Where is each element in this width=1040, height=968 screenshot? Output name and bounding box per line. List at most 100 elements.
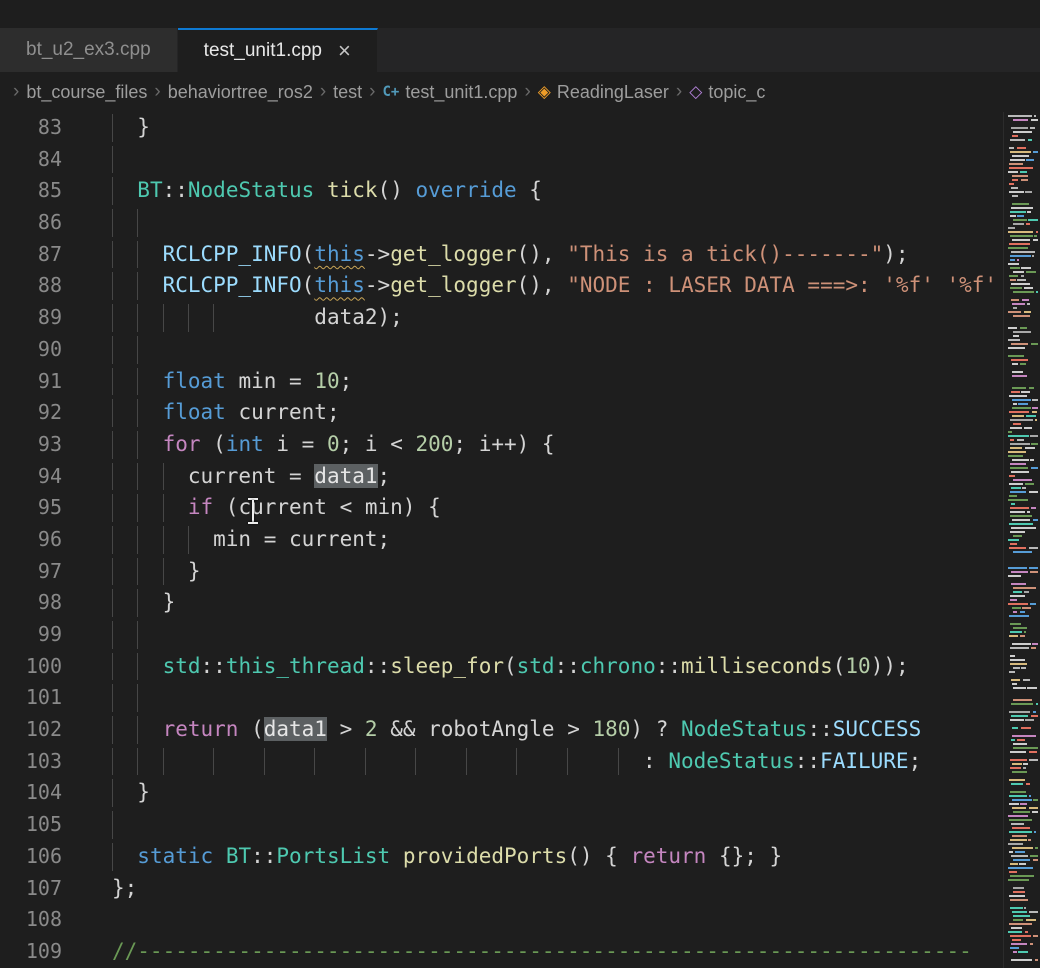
code-line-85[interactable]: 85 BT::NodeStatus tick() override {	[0, 175, 1040, 207]
code-line-109[interactable]: 109//-----------------------------------…	[0, 936, 1040, 968]
code-line-96[interactable]: 96 min = current;	[0, 524, 1040, 556]
line-number[interactable]: 92	[0, 397, 62, 429]
line-number[interactable]: 95	[0, 492, 62, 524]
code-line-106[interactable]: 106 static BT::PortsList providedPorts()…	[0, 841, 1040, 873]
minimap-row	[1008, 151, 1038, 153]
line-number[interactable]: 93	[0, 429, 62, 461]
minimap-row	[1008, 803, 1038, 805]
line-number[interactable]: 96	[0, 524, 62, 556]
minimap-row	[1008, 607, 1038, 609]
minimap-row	[1008, 655, 1038, 657]
close-icon[interactable]: ×	[338, 40, 351, 62]
minimap-row	[1008, 779, 1038, 781]
line-number[interactable]: 106	[0, 841, 62, 873]
minimap-row	[1008, 591, 1038, 593]
minimap-row	[1008, 587, 1038, 589]
breadcrumb-item-ReadingLaser[interactable]: ◈ReadingLaser	[538, 82, 669, 103]
line-number[interactable]: 105	[0, 809, 62, 841]
line-number[interactable]: 84	[0, 144, 62, 176]
code-line-104[interactable]: 104 }	[0, 777, 1040, 809]
code-line-99[interactable]: 99	[0, 619, 1040, 651]
minimap-row	[1008, 827, 1038, 829]
line-number[interactable]: 102	[0, 714, 62, 746]
code-line-92[interactable]: 92 float current;	[0, 397, 1040, 429]
minimap-row	[1008, 163, 1038, 165]
line-number[interactable]: 99	[0, 619, 62, 651]
breadcrumb-item-bt_course_files[interactable]: bt_course_files	[26, 82, 147, 103]
minimap-row	[1008, 311, 1038, 313]
line-number[interactable]: 100	[0, 651, 62, 683]
code-text: //--------------------------------------…	[62, 936, 972, 968]
minimap-row	[1008, 699, 1038, 701]
line-number[interactable]: 90	[0, 334, 62, 366]
code-line-98[interactable]: 98 }	[0, 587, 1040, 619]
code-line-89[interactable]: 89 data2);	[0, 302, 1040, 334]
line-number[interactable]: 94	[0, 461, 62, 493]
line-number[interactable]: 101	[0, 682, 62, 714]
line-number[interactable]: 86	[0, 207, 62, 239]
minimap-row	[1008, 747, 1038, 749]
line-number[interactable]: 98	[0, 587, 62, 619]
code-line-101[interactable]: 101	[0, 682, 1040, 714]
line-number[interactable]: 91	[0, 366, 62, 398]
breadcrumb-item-topic_c[interactable]: ◇topic_c	[689, 82, 765, 103]
breadcrumb-label: test	[333, 82, 362, 103]
editor[interactable]: 83 }8485 BT::NodeStatus tick() override …	[0, 112, 1040, 968]
code-line-97[interactable]: 97 }	[0, 556, 1040, 588]
line-number[interactable]: 88	[0, 270, 62, 302]
code-line-84[interactable]: 84	[0, 144, 1040, 176]
line-number[interactable]: 107	[0, 873, 62, 905]
breadcrumb-item-test[interactable]: test	[333, 82, 362, 103]
code-line-88[interactable]: 88 RCLCPP_INFO(this->get_logger(), "NODE…	[0, 270, 1040, 302]
minimap-row	[1008, 331, 1038, 333]
minimap-row	[1008, 535, 1038, 537]
tab-test_unit1[interactable]: test_unit1.cpp ×	[178, 28, 378, 72]
line-number[interactable]: 103	[0, 746, 62, 778]
indent-guide	[163, 526, 164, 554]
line-number[interactable]: 108	[0, 904, 62, 936]
code-text: for (int i = 0; i < 200; i++) {	[62, 429, 555, 461]
title-bar	[0, 0, 1040, 28]
minimap-row	[1008, 919, 1038, 921]
code-line-108[interactable]: 108	[0, 904, 1040, 936]
line-number[interactable]: 83	[0, 112, 62, 144]
line-number[interactable]: 104	[0, 777, 62, 809]
minimap-row	[1008, 523, 1038, 525]
line-number[interactable]: 109	[0, 936, 62, 968]
minimap-row	[1008, 787, 1038, 789]
code-line-100[interactable]: 100 std::this_thread::sleep_for(std::chr…	[0, 651, 1040, 683]
tab-bt_u2_ex3[interactable]: bt_u2_ex3.cpp	[0, 28, 178, 72]
breadcrumb-item-behaviortree_ros2[interactable]: behaviortree_ros2	[168, 82, 313, 103]
code-line-86[interactable]: 86	[0, 207, 1040, 239]
code-line-94[interactable]: 94 current = data1;	[0, 461, 1040, 493]
indent-guide	[163, 494, 164, 522]
minimap-row	[1008, 343, 1038, 345]
line-number[interactable]: 89	[0, 302, 62, 334]
indent-guide	[314, 748, 315, 776]
code-line-103[interactable]: 103 : NodeStatus::FAILURE;	[0, 746, 1040, 778]
minimap-row	[1008, 675, 1038, 677]
code-line-107[interactable]: 107};	[0, 873, 1040, 905]
code-line-87[interactable]: 87 RCLCPP_INFO(this->get_logger(), "This…	[0, 239, 1040, 271]
minimap-row	[1008, 287, 1038, 289]
breadcrumb-item-test_unit1.cpp[interactable]: C+test_unit1.cpp	[383, 82, 518, 103]
minimap-row	[1008, 819, 1038, 821]
code-line-91[interactable]: 91 float min = 10;	[0, 366, 1040, 398]
code-line-83[interactable]: 83 }	[0, 112, 1040, 144]
minimap-row	[1008, 863, 1038, 865]
code-line-90[interactable]: 90	[0, 334, 1040, 366]
minimap-row	[1008, 147, 1038, 149]
code-line-93[interactable]: 93 for (int i = 0; i < 200; i++) {	[0, 429, 1040, 461]
minimap-row	[1008, 579, 1038, 581]
line-number[interactable]: 97	[0, 556, 62, 588]
line-number[interactable]: 85	[0, 175, 62, 207]
code-line-105[interactable]: 105	[0, 809, 1040, 841]
code-text: }	[62, 587, 175, 619]
code-line-102[interactable]: 102 return (data1 > 2 && robotAngle > 18…	[0, 714, 1040, 746]
minimap[interactable]	[1003, 112, 1040, 968]
minimap-row	[1008, 407, 1038, 409]
line-number[interactable]: 87	[0, 239, 62, 271]
indent-guide	[163, 304, 164, 332]
indent-guide	[264, 748, 265, 776]
code-line-95[interactable]: 95 if (current < min) {	[0, 492, 1040, 524]
